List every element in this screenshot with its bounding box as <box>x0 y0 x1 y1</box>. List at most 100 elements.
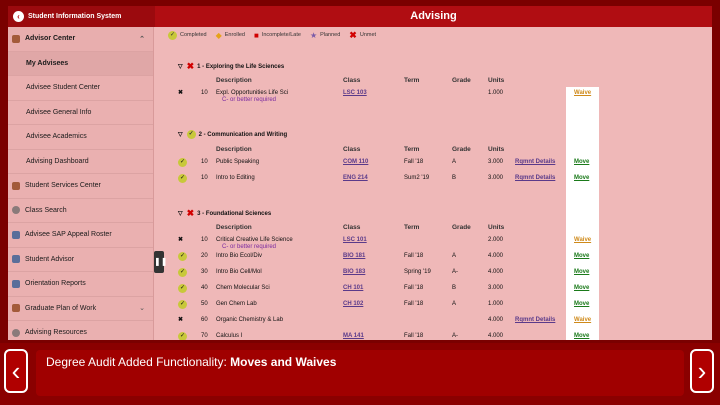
waive-button[interactable]: Waive <box>574 90 591 96</box>
column-header-term: Term <box>404 146 420 153</box>
column-header-class: Class <box>343 77 361 84</box>
top-bar: ‹ Student Information System Advising <box>8 6 712 27</box>
previous-slide-button[interactable]: ‹ <box>4 349 28 393</box>
move-button[interactable]: Move <box>574 159 589 165</box>
move-button[interactable]: Move <box>574 269 589 275</box>
caption-text: Degree Audit Added Functionality: Moves … <box>46 355 337 369</box>
requirement-details-link[interactable]: Rqmnt Details <box>515 159 555 165</box>
term: Fall '18 <box>404 159 424 165</box>
waive-button[interactable]: Waive <box>574 317 591 323</box>
units: 1.000 <box>488 301 504 307</box>
collapse-icon[interactable]: ▽ <box>178 210 183 217</box>
sidebar-item[interactable]: Advisee Academics <box>8 125 153 150</box>
class-link[interactable]: CH 101 <box>343 285 363 291</box>
sidebar-item[interactable]: Student Advisor <box>8 248 153 272</box>
sidebar-item[interactable]: Advisee General Info <box>8 101 153 125</box>
chevron-down-icon[interactable]: ⌄ <box>139 304 145 312</box>
waive-button[interactable]: Waive <box>574 237 591 243</box>
section-header[interactable]: ▽ ✓ 2 - Communication and Writing <box>178 130 287 139</box>
grade: B <box>452 285 457 291</box>
collapse-icon[interactable]: ▽ <box>178 131 183 138</box>
column-header-description: Description <box>216 77 252 84</box>
sidebar-item-label: My Advisees <box>26 59 69 67</box>
resources-icon <box>12 328 20 337</box>
requirement-note: C- or better required <box>222 244 277 250</box>
class-link[interactable]: BIO 183 <box>343 269 365 275</box>
sidebar-item[interactable]: Advisee Student Center <box>8 76 153 101</box>
requirement-details-link[interactable]: Rqmnt Details <box>515 317 555 323</box>
units: 3.000 <box>488 159 504 165</box>
move-button[interactable]: Move <box>574 175 589 181</box>
course-description: Intro Bio Ecol/Div <box>216 253 263 259</box>
sidebar-item-label: Student Services Center <box>25 182 101 190</box>
course-description: Organic Chemistry & Lab <box>216 317 284 323</box>
requirement-details-link[interactable]: Rqmnt Details <box>515 175 555 181</box>
status-legend: ✓ Completed ◆ Enrolled ■ Incomplete/Late ★ P… <box>166 27 712 43</box>
row-number: 20 <box>201 253 208 259</box>
sidebar-item[interactable]: Graduate Plan of Work ⌄ <box>8 297 153 321</box>
class-link[interactable]: MA 141 <box>343 333 364 339</box>
legend-enrolled: ◆ Enrolled <box>215 30 245 40</box>
sidebar-item[interactable]: My Advisees <box>8 51 153 76</box>
grade: B <box>452 175 457 181</box>
units: 4.000 <box>488 269 504 275</box>
class-link[interactable]: ENG 214 <box>343 175 368 181</box>
sidebar-item[interactable]: Advising Dashboard <box>8 150 153 174</box>
column-header-term: Term <box>404 224 420 231</box>
completed-icon: ✓ <box>178 268 187 277</box>
units: 4.000 <box>488 333 504 339</box>
row-number: 10 <box>201 159 208 165</box>
row-number: 10 <box>201 237 208 243</box>
sidebar-item[interactable]: Class Search <box>8 199 153 223</box>
grade: A <box>452 253 457 259</box>
collapse-sidebar-handle[interactable]: ❚❚ <box>154 251 167 273</box>
move-button[interactable]: Move <box>574 301 589 307</box>
course-description: Critical Creative Life Science <box>216 237 293 243</box>
legend-planned: ★ Planned <box>309 30 341 40</box>
section-header[interactable]: ▽ ✖ 1 - Exploring the Life Sciences <box>178 61 284 72</box>
move-button[interactable]: Move <box>574 253 589 259</box>
collapse-icon[interactable]: ▽ <box>178 63 183 70</box>
sidebar: Advisor Center ⌃ My Advisees Advisee Studen… <box>8 27 154 340</box>
back-arrow-icon[interactable]: ‹ <box>13 11 24 22</box>
course-description: Gen Chem Lab <box>216 301 257 307</box>
diamond-icon: ◆ <box>215 30 222 40</box>
services-icon <box>12 181 20 190</box>
degree-audit-main: ✓ Completed ◆ Enrolled ■ Incomplete/Late ★ P… <box>166 27 712 340</box>
sidebar-item[interactable]: Advisor Center ⌃ <box>8 27 153 52</box>
next-slide-button[interactable]: › <box>690 349 714 393</box>
row-number: 30 <box>201 269 208 275</box>
term: Spring '19 <box>404 269 431 275</box>
class-link[interactable]: BIO 181 <box>343 253 365 259</box>
sidebar-item-label: Advising Dashboard <box>26 157 89 165</box>
advisor-icon <box>12 255 20 264</box>
column-header-grade: Grade <box>452 77 471 84</box>
home-link[interactable]: ‹ Student Information System <box>8 6 155 27</box>
sidebar-item[interactable]: Advising Resources <box>8 321 153 340</box>
search-icon <box>12 206 20 215</box>
class-link[interactable]: LSC 103 <box>343 90 367 96</box>
section-header[interactable]: ▽ ✖ 3 - Foundational Sciences <box>178 208 271 219</box>
report-icon <box>12 279 20 288</box>
class-link[interactable]: LSC 101 <box>343 237 367 243</box>
legend-unmet: ✖ Unmet <box>349 29 377 40</box>
course-description: Chem Molecular Sci <box>216 285 270 291</box>
grade: A <box>452 159 457 165</box>
units: 3.000 <box>488 175 504 181</box>
class-link[interactable]: COM 110 <box>343 159 368 165</box>
sidebar-item[interactable]: Advisee SAP Appeal Roster <box>8 223 153 248</box>
unmet-icon: ✖ <box>178 237 184 243</box>
move-button[interactable]: Move <box>574 333 589 339</box>
class-link[interactable]: CH 102 <box>343 301 363 307</box>
move-button[interactable]: Move <box>574 285 589 291</box>
column-header-grade: Grade <box>452 224 471 231</box>
course-description: Calculus I <box>216 333 243 339</box>
course-description: Intro to Editing <box>216 175 255 181</box>
sidebar-item-label: Advisee Academics <box>26 133 87 141</box>
sidebar-item[interactable]: Student Services Center <box>8 174 153 199</box>
page-title: Advising <box>410 10 457 22</box>
completed-icon: ✓ <box>168 30 177 40</box>
column-header-grade: Grade <box>452 146 471 153</box>
chevron-up-icon[interactable]: ⌃ <box>139 35 145 43</box>
sidebar-item[interactable]: Orientation Reports <box>8 272 153 297</box>
